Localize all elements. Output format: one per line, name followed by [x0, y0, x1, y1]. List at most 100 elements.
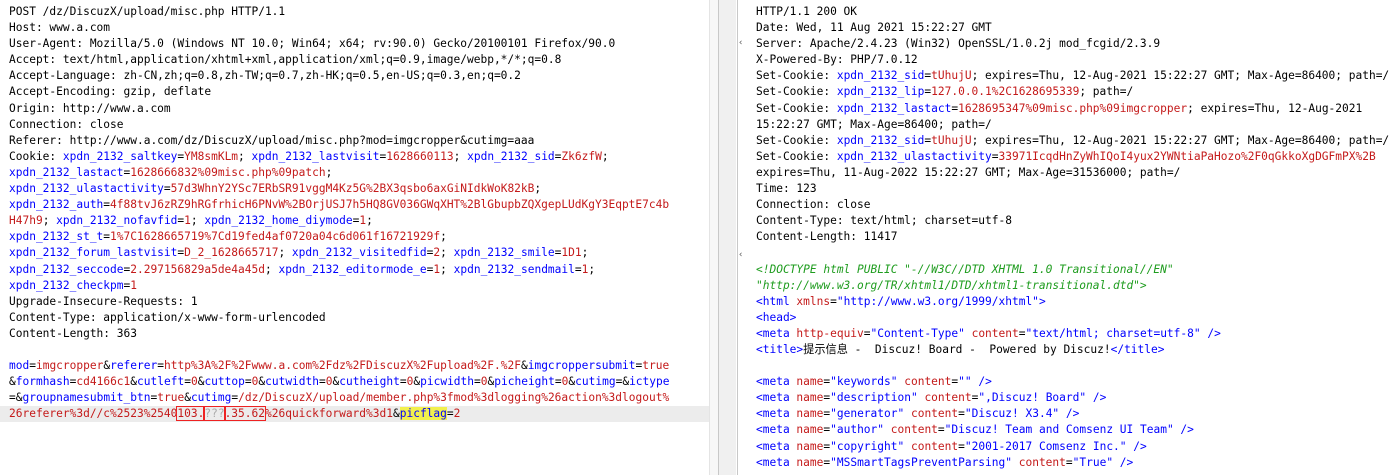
left-edge-arrow-icon: ‹: [738, 38, 744, 48]
response-line[interactable]: Set-Cookie: xpdn_2132_lastact=1628695347…: [756, 101, 1390, 117]
request-line[interactable]: POST /dz/DiscuzX/upload/misc.php HTTP/1.…: [9, 4, 718, 20]
request-line-token: %: [264, 407, 272, 421]
request-line-token: =: [163, 182, 171, 196]
response-line[interactable]: Content-Type: text/html; charset=utf-8: [756, 213, 1390, 229]
request-line[interactable]: xpdn_2132_auth=4f88tvJ6zRZ9hRGfrhicH6PNv…: [9, 197, 718, 213]
response-line[interactable]: <meta name = "MSSmartTagsPreventParsing" c…: [756, 455, 1390, 471]
request-line[interactable]: Content-Length: 363: [9, 326, 718, 342]
response-viewer[interactable]: ‹ ‹ HTTP/1.1 200 OK Date: Wed, 11 Aug 202…: [737, 0, 1390, 475]
request-line-token: ???: [203, 406, 226, 422]
response-line[interactable]: "http://www.w3.org/TR/xhtml1/DTD/xhtml1-…: [756, 278, 1390, 294]
request-line[interactable]: H47h9; xpdn_2132_nofavfid=1; xpdn_2132_h…: [9, 213, 718, 229]
request-line-token: xpdn_2132_ulastactivity: [9, 182, 164, 196]
request-line[interactable]: User-Agent: Mozilla/5.0 (Windows NT 10.0…: [9, 36, 718, 52]
request-line-token: H47h9: [9, 214, 43, 228]
response-line[interactable]: <meta name="generator" content="Discuz! …: [756, 406, 1390, 422]
request-line-token: /dz/DiscuzX/upload/member.php%3fmod%3dlo…: [238, 391, 670, 405]
request-line[interactable]: mod=imgcropper&referer=http%3A%2F%2Fwww.…: [9, 358, 718, 374]
request-scrollbar[interactable]: [709, 0, 718, 475]
request-line[interactable]: xpdn_2132_forum_lastvisit=D_2_1628665717…: [9, 245, 718, 261]
response-line[interactable]: Server: Apache/2.4.23 (Win32) OpenSSL/1.…: [756, 36, 1390, 52]
response-line[interactable]: <meta http-equiv="Content-Type" content=…: [756, 326, 1390, 342]
request-line[interactable]: Referer: http://www.a.com/dz/DiscuzX/upl…: [9, 133, 718, 149]
response-line[interactable]: expires=Thu, 11-Aug-2022 15:22:27 GMT; M…: [756, 165, 1390, 181]
request-line[interactable]: Accept-Language: zh-CN,zh;q=0.8,zh-TW;q=…: [9, 68, 718, 84]
response-line-token: ; expires=Thu, 12-Aug-2021 15:22:27 GMT;…: [971, 133, 1390, 147]
response-line-token: name: [796, 391, 824, 405]
request-line-token: .35.62: [223, 406, 266, 422]
response-line[interactable]: 15:22:27 GMT; Max-Age=86400; path=/: [756, 117, 1390, 133]
request-line-token: 1D1: [561, 246, 582, 260]
response-line[interactable]: Set-Cookie: xpdn_2132_sid=tUhujU; expire…: [756, 133, 1390, 149]
request-line[interactable]: =&groupnamesubmit_btn=true&cutimg=/dz/Di…: [9, 390, 718, 406]
response-line-token: <meta: [756, 439, 797, 453]
response-line-token: "author": [830, 423, 885, 437]
request-line-token: ;: [42, 214, 57, 228]
request-line[interactable]: Host: www.a.com: [9, 20, 718, 36]
request-line[interactable]: [9, 342, 718, 358]
request-line-token: =: [157, 359, 164, 373]
request-line-token: 26referer%3d//c%2523%2540: [9, 407, 178, 421]
response-line[interactable]: X-Powered-By: PHP/7.0.12: [756, 52, 1390, 68]
response-line-token: content: [910, 407, 959, 421]
response-line[interactable]: <title>提示信息 - Discuz! Board - Powered by…: [756, 342, 1390, 358]
response-line[interactable]: <meta name="author" content="Discuz! Tea…: [756, 422, 1390, 438]
request-line[interactable]: 26referer%3d//c%2523%2540103.???.35.62%2…: [0, 406, 718, 423]
response-line[interactable]: <html xmlns="http://www.w3.org/1999/xhtm…: [756, 294, 1390, 310]
request-line[interactable]: Connection: close: [9, 117, 718, 133]
request-line-token: &: [392, 407, 400, 421]
response-text[interactable]: HTTP/1.1 200 OK Date: Wed, 11 Aug 2021 15…: [756, 4, 1390, 471]
response-line[interactable]: Time: 123: [756, 181, 1390, 197]
response-line-token: Connection: close: [756, 198, 871, 212]
request-line-token: xpdn_2132_st_t: [9, 230, 104, 244]
request-line[interactable]: xpdn_2132_seccode=2.297156829a5de4a45d; …: [9, 262, 718, 278]
response-line[interactable]: Date: Wed, 11 Aug 2021 15:22:27 GMT: [756, 20, 1390, 36]
request-line-token: 1628660113: [386, 149, 454, 163]
response-line-token: content: [1018, 455, 1066, 469]
pane-splitter[interactable]: [719, 0, 736, 475]
response-line-token: ; expires=Thu, 12-Aug-2021 15:22:27 GMT;…: [971, 69, 1390, 83]
response-line[interactable]: <head>: [756, 310, 1390, 326]
request-line[interactable]: xpdn_2132_ulastactivity=57d3WhnY2YSc7ERb…: [9, 181, 718, 197]
response-line[interactable]: <!DOCTYPE html PUBLIC "-//W3C//DTD XHTML…: [756, 262, 1390, 278]
response-line[interactable]: Connection: close: [756, 197, 1390, 213]
response-line[interactable]: Content-Length: 11417: [756, 229, 1390, 245]
request-line[interactable]: xpdn_2132_st_t=1%7C1628665719%7Cd19fed4a…: [9, 229, 718, 245]
request-line-token: 1628666832%09misc.php%09patch: [130, 165, 326, 179]
request-line[interactable]: Accept: text/html,application/xhtml+xml,…: [9, 52, 718, 68]
response-line[interactable]: Set-Cookie: xpdn_2132_ulastactivity=3397…: [756, 149, 1390, 165]
request-line-token: referer: [110, 359, 158, 373]
response-line-token: =: [937, 423, 945, 437]
response-line[interactable]: <meta name="copyright" content="2001-201…: [756, 439, 1390, 455]
request-editor[interactable]: POST /dz/DiscuzX/upload/misc.php HTTP/1.…: [0, 0, 719, 475]
response-line[interactable]: <meta name="description" content=",Discu…: [756, 390, 1390, 406]
request-line-token: xpdn_2132_forum_lastvisit: [9, 246, 178, 260]
request-line[interactable]: Content-Type: application/x-www-form-url…: [9, 310, 718, 326]
request-line-token: xpdn_2132_home_diymode: [204, 214, 353, 228]
response-line[interactable]: Set-Cookie: xpdn_2132_lip=127.0.0.1%2C16…: [756, 84, 1390, 100]
request-line[interactable]: xpdn_2132_checkpm=1: [9, 278, 718, 294]
response-line-token: />: [971, 375, 992, 389]
response-line[interactable]: <meta name="keywords" content="" />: [756, 374, 1390, 390]
request-line[interactable]: Upgrade-Insecure-Requests: 1: [9, 294, 718, 310]
request-line-token: 2.297156829a5de4a45d: [130, 262, 265, 276]
response-line-token: xpdn_2132_sid: [836, 133, 925, 147]
request-line-token: xpdn_2132_lastact: [9, 165, 124, 179]
request-line-token: &: [520, 359, 528, 373]
response-line-token: "True": [1072, 455, 1114, 469]
request-line[interactable]: Accept-Encoding: gzip, deflate: [9, 84, 718, 100]
request-line[interactable]: xpdn_2132_lastact=1628666832%09misc.php%…: [9, 165, 718, 181]
request-line[interactable]: &formhash=cd4166c1&cutleft=0&cuttop=0&cu…: [9, 374, 718, 390]
request-text[interactable]: POST /dz/DiscuzX/upload/misc.php HTTP/1.…: [0, 4, 718, 423]
request-line-token: xpdn_2132_nofavfid: [56, 214, 178, 228]
response-line[interactable]: HTTP/1.1 200 OK: [756, 4, 1390, 20]
request-line[interactable]: Origin: http://www.a.com: [9, 101, 718, 117]
response-line[interactable]: Set-Cookie: xpdn_2132_sid=tUhujU; expire…: [756, 68, 1390, 84]
response-line-token: </title>: [1110, 342, 1165, 356]
response-line-token: "http://www.w3.org/1999/xhtml": [836, 294, 1039, 308]
request-line-token: =: [319, 375, 326, 389]
response-line-token: <meta: [756, 326, 797, 340]
request-line[interactable]: Cookie: xpdn_2132_saltkey=YM8smKLm; xpdn…: [9, 149, 718, 165]
response-line[interactable]: [756, 358, 1390, 374]
response-line[interactable]: [756, 245, 1390, 261]
